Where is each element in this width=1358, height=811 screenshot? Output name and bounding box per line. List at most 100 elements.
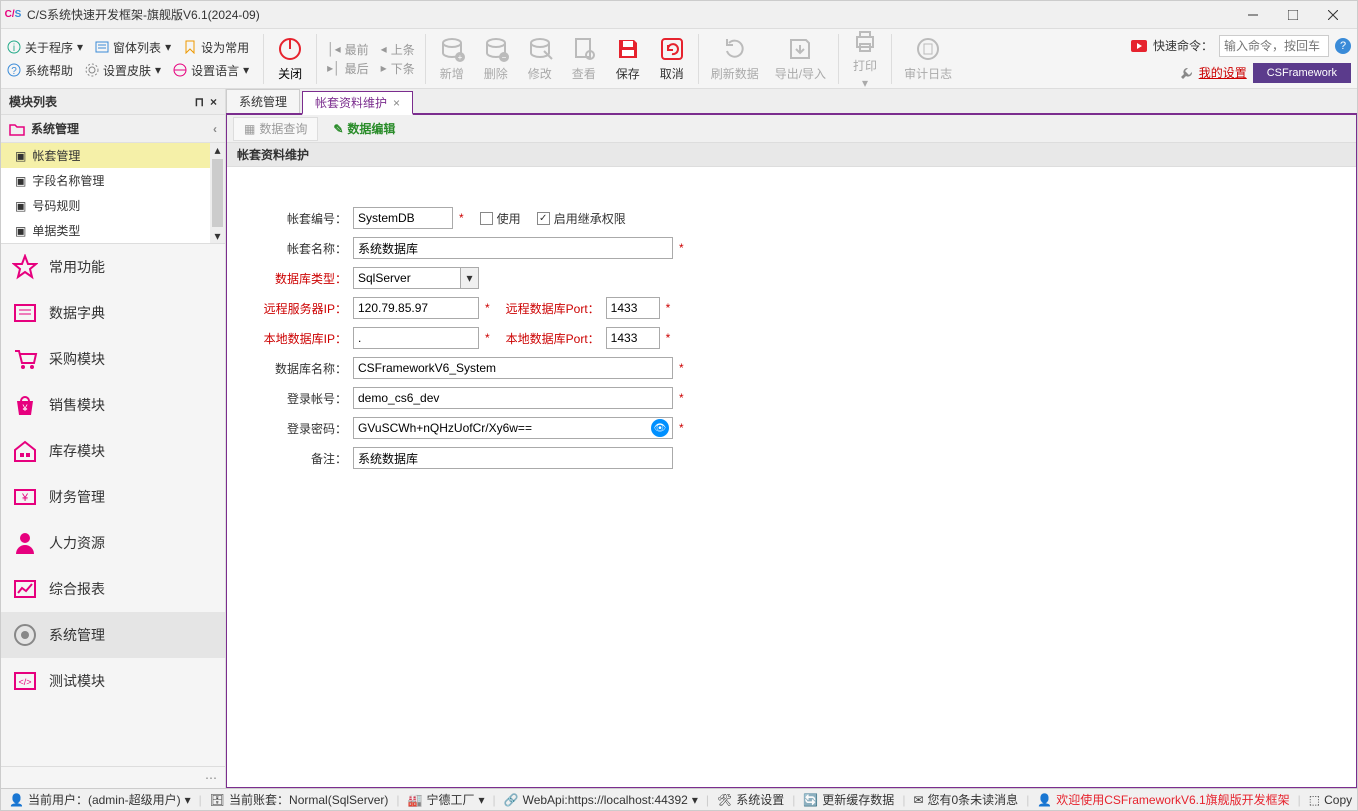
input-local-ip[interactable]	[353, 327, 479, 349]
menu-set-common[interactable]: 设为常用	[183, 39, 249, 56]
chart-icon	[11, 575, 39, 603]
tool-icon: 🛠	[717, 793, 732, 807]
db-delete-icon: −	[482, 35, 510, 63]
input-acct-name[interactable]	[353, 237, 673, 259]
chevron-left-icon[interactable]: ‹	[213, 122, 217, 136]
tree-scrollbar[interactable]: ▴▾	[210, 143, 225, 243]
menu-set-lang[interactable]: 设置语言 ▾	[173, 62, 249, 79]
next-icon: ▸	[381, 61, 387, 75]
app-icon: C/S	[5, 7, 21, 23]
nav-report[interactable]: 综合报表	[1, 566, 225, 612]
maximize-button[interactable]	[1273, 1, 1313, 29]
checkbox-use[interactable]	[480, 212, 493, 225]
status-sys-settings[interactable]: 🛠系统设置	[713, 791, 788, 808]
link-icon: 🔗	[504, 793, 519, 807]
menu-set-skin[interactable]: 设置皮肤 ▾	[85, 62, 161, 79]
input-pwd[interactable]	[353, 417, 673, 439]
status-webapi[interactable]: 🔗WebApi:https://localhost:44392▾	[500, 793, 702, 807]
label-remote-ip: 远程服务器IP：	[247, 300, 347, 317]
more-icon[interactable]: ⋯	[205, 771, 217, 785]
nav-sales[interactable]: ¥销售模块	[1, 382, 225, 428]
tool-add[interactable]: +新增	[430, 33, 474, 84]
nav-dict[interactable]: 数据字典	[1, 290, 225, 336]
tree-item-bill[interactable]: ▣单据类型	[1, 218, 210, 243]
tool-next[interactable]: ▸下条	[381, 60, 415, 77]
doc-icon: ▣	[15, 174, 26, 188]
tool-last[interactable]: ▸│最后	[327, 60, 369, 77]
nav-system[interactable]: 系统管理	[1, 612, 225, 658]
help-icon: ?	[7, 63, 21, 77]
input-local-port[interactable]	[606, 327, 660, 349]
svg-text:−: −	[501, 53, 506, 62]
status-factory[interactable]: 🏭宁德工厂▾	[404, 791, 489, 808]
combo-db-type[interactable]	[353, 267, 461, 289]
quick-cmd-input[interactable]	[1219, 35, 1329, 57]
status-account: 🗄当前账套：Normal(SqlServer)	[206, 791, 393, 808]
nav-purchase[interactable]: 采购模块	[1, 336, 225, 382]
tab-close-icon[interactable]: ×	[393, 96, 400, 110]
db-edit-icon	[526, 35, 554, 63]
status-copy[interactable]: ⬚Copy	[1305, 793, 1356, 807]
close-button[interactable]	[1313, 1, 1353, 29]
tree-item-account[interactable]: ▣帐套管理	[1, 143, 210, 168]
tool-delete[interactable]: −删除	[474, 33, 518, 84]
tool-prev[interactable]: ◂上条	[381, 41, 415, 58]
input-remote-port[interactable]	[606, 297, 660, 319]
input-remark[interactable]	[353, 447, 673, 469]
status-msg[interactable]: ✉您有0条未读消息	[909, 791, 1022, 808]
doc-icon: ▣	[15, 224, 26, 238]
label-db-name: 数据库名称：	[247, 360, 347, 377]
tool-save[interactable]: 保存	[606, 33, 650, 84]
sidebar-title: 模块列表	[9, 93, 57, 110]
status-cache[interactable]: 🔄更新缓存数据	[799, 791, 898, 808]
input-login[interactable]	[353, 387, 673, 409]
menu-sys-help[interactable]: ?系统帮助	[7, 62, 73, 79]
money-icon: ¥	[11, 483, 39, 511]
menu-about[interactable]: i关于程序 ▾	[7, 39, 83, 56]
chevron-down-icon[interactable]: ▾	[461, 267, 479, 289]
pin-icon[interactable]: ⊓	[195, 95, 204, 109]
subtab-edit[interactable]: ✎数据编辑	[322, 117, 406, 141]
prev-icon: ◂	[381, 42, 387, 56]
tool-cancel[interactable]: 取消	[650, 33, 694, 84]
status-user[interactable]: 👤当前用户：(admin-超级用户)▾	[5, 791, 195, 808]
label-remote-port: 远程数据库Port：	[490, 300, 600, 317]
close-panel-icon[interactable]: ×	[210, 95, 217, 109]
tab-system[interactable]: 系统管理	[226, 89, 300, 113]
my-settings-link[interactable]: 我的设置	[1199, 64, 1247, 81]
eye-icon[interactable]: 👁	[651, 419, 669, 437]
checkbox-inherit[interactable]: ✓	[537, 212, 550, 225]
tool-edit[interactable]: 修改	[518, 33, 562, 84]
tool-close[interactable]: 关闭	[268, 33, 312, 84]
menu-form-list[interactable]: 窗体列表 ▾	[95, 39, 171, 56]
tool-export[interactable]: 导出/导入	[767, 33, 834, 84]
last-icon: ▸│	[327, 61, 341, 75]
tree-item-number[interactable]: ▣号码规则	[1, 193, 210, 218]
nav-finance[interactable]: ¥财务管理	[1, 474, 225, 520]
input-db-name[interactable]	[353, 357, 673, 379]
quick-cmd-label: 快速命令：	[1153, 37, 1213, 54]
subtab-query[interactable]: ▦数据查询	[233, 117, 318, 141]
bookmark-icon	[183, 40, 197, 54]
label-acct-no: 帐套编号：	[247, 210, 347, 227]
input-acct-no[interactable]	[353, 207, 453, 229]
tool-view[interactable]: 查看	[562, 33, 606, 84]
tool-first[interactable]: │◂最前	[327, 41, 369, 58]
label-local-port: 本地数据库Port：	[490, 330, 600, 347]
tool-print[interactable]: 打印 ▾	[843, 25, 887, 92]
factory-icon: 🏭	[408, 793, 423, 807]
minimize-button[interactable]	[1233, 1, 1273, 29]
cube-icon: ⬚	[1309, 793, 1320, 807]
label-db-type: 数据库类型：	[247, 270, 347, 287]
nav-hr[interactable]: 人力资源	[1, 520, 225, 566]
tab-account-maint[interactable]: 帐套资料维护×	[302, 91, 413, 115]
tool-audit[interactable]: 审计日志	[896, 33, 960, 84]
tree-item-field[interactable]: ▣字段名称管理	[1, 168, 210, 193]
input-remote-ip[interactable]	[353, 297, 479, 319]
tool-refresh[interactable]: 刷新数据	[703, 33, 767, 84]
folder-icon	[9, 122, 25, 136]
help-circle-icon[interactable]: ?	[1335, 38, 1351, 54]
nav-common[interactable]: 常用功能	[1, 244, 225, 290]
nav-test[interactable]: </>测试模块	[1, 658, 225, 704]
nav-inventory[interactable]: 库存模块	[1, 428, 225, 474]
